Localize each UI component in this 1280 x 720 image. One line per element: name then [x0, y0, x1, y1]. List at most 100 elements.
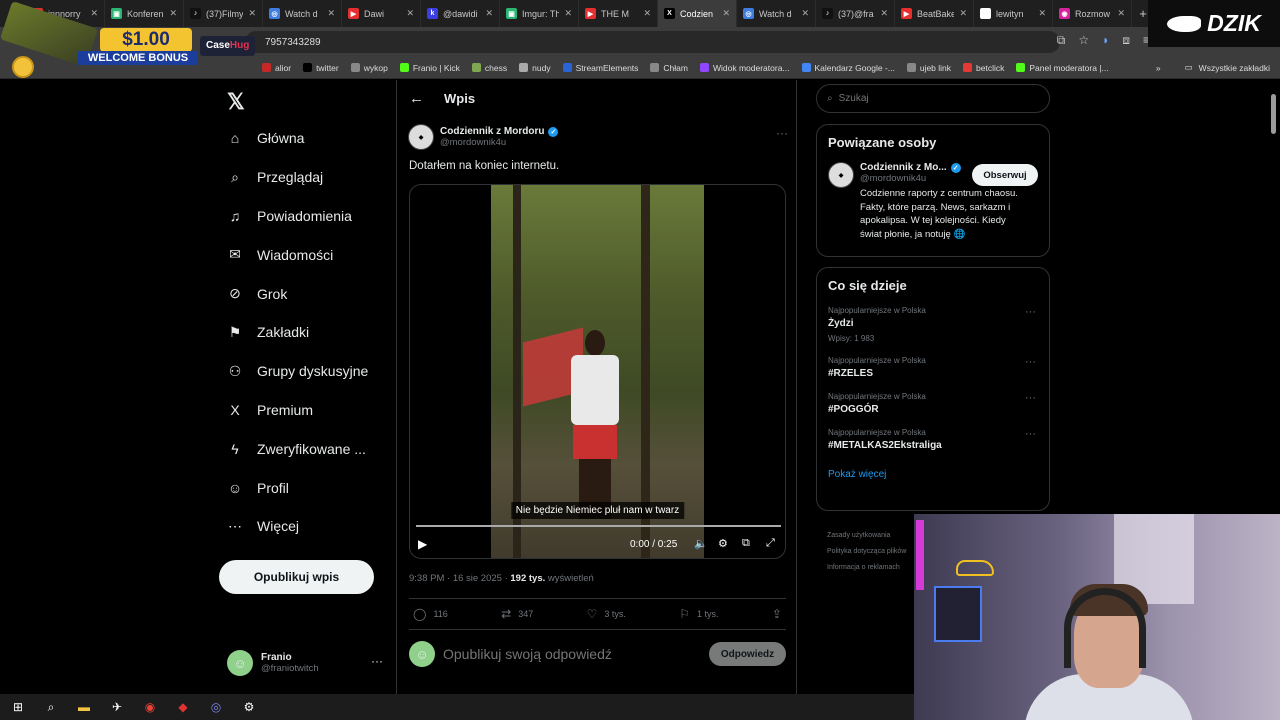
trend-more-icon[interactable]: ···	[1025, 392, 1036, 404]
browser-tab[interactable]: X Codzien ✕	[658, 0, 737, 27]
related-name[interactable]: Codziennik z Mo...	[860, 162, 947, 173]
all-bookmarks-link[interactable]: Wszystkie zakładki	[1199, 63, 1270, 73]
browser-tab[interactable]: ♪ (37)@fra ✕	[816, 0, 895, 27]
volume-icon[interactable]: 🔈	[694, 537, 708, 550]
close-icon[interactable]: ✕	[643, 8, 651, 19]
puzzle-icon[interactable]: ⧈	[1122, 33, 1130, 48]
account-switcher[interactable]: ☺ Franio @franiotwitch ···	[227, 648, 387, 678]
browser-tab[interactable]: k @dawidi ✕	[421, 0, 500, 27]
file-explorer-icon[interactable]: ▬	[76, 699, 92, 715]
settings-icon[interactable]: ⚙	[718, 537, 728, 550]
close-icon[interactable]: ✕	[1117, 8, 1125, 19]
bookmark-item[interactable]: nudy	[519, 63, 551, 73]
sidebar-item-notifications[interactable]: ♫ Powiadomienia	[219, 197, 389, 236]
post-button[interactable]: Opublikuj wpis	[219, 560, 374, 594]
related-avatar[interactable]: ◆	[828, 162, 854, 188]
close-icon[interactable]: ✕	[880, 8, 888, 19]
bookmark-item[interactable]: twitter	[303, 63, 339, 73]
reply-action[interactable]: ◯ 116	[413, 607, 448, 621]
post-timestamp[interactable]: 9:38 PM · 16 sie 2025 ·	[409, 573, 510, 584]
trend-more-icon[interactable]: ···	[1025, 428, 1036, 440]
trend-item[interactable]: Najpopularniejsze w Polska Żydzi Wpisy: 1 …	[828, 306, 1038, 343]
more-icon[interactable]: ···	[371, 654, 383, 668]
repost-action[interactable]: ⇄ 347	[501, 607, 533, 621]
sidebar-item-more[interactable]: ⋯ Więcej	[219, 507, 389, 546]
author-name[interactable]: Codziennik z Mordoru	[440, 126, 544, 137]
bookmarks-overflow-button[interactable]: »	[1156, 63, 1161, 73]
close-icon[interactable]: ✕	[406, 8, 414, 19]
x-logo-icon[interactable]: 𝕏	[227, 89, 245, 115]
browser-tab[interactable]: ▶ THE M ✕	[579, 0, 658, 27]
sidebar-item-explore[interactable]: ⌕ Przeglądaj	[219, 158, 389, 197]
bookmark-item[interactable]: betclick	[963, 63, 1004, 73]
scrollbar-thumb[interactable]	[1271, 94, 1276, 134]
close-icon[interactable]: ✕	[485, 8, 493, 19]
video-player[interactable]: Nie będzie Niemiec pluł nam w twarz ▶ 0:…	[409, 184, 786, 559]
reply-button[interactable]: Odpowiedz	[709, 642, 786, 666]
bookmark-item[interactable]: Widok moderatora...	[699, 63, 790, 73]
show-more-link[interactable]: Pokaż więcej	[828, 469, 1038, 480]
bookmark-item[interactable]: Chłam	[650, 63, 688, 73]
bookmark-item[interactable]: wykop	[350, 63, 388, 73]
post-more-icon[interactable]: ···	[776, 126, 788, 140]
bookmark-star-icon[interactable]: ☆	[1078, 33, 1089, 48]
windows-start-icon[interactable]: ⊞	[10, 699, 26, 715]
bookmark-item[interactable]: Kalendarz Google -...	[801, 63, 895, 73]
browser-tab[interactable]: ◉ Rozmow ✕	[1053, 0, 1132, 27]
close-icon[interactable]: ✕	[959, 8, 967, 19]
footer-link[interactable]: Polityka dotycząca plików	[827, 544, 917, 560]
sidebar-item-communities[interactable]: ⚇ Grupy dyskusyjne	[219, 352, 389, 391]
sidebar-item-verified-orgs[interactable]: ϟ Zweryfikowane ...	[219, 429, 389, 468]
footer-link[interactable]: Informacja o reklamach	[827, 560, 917, 576]
trend-item[interactable]: Najpopularniejsze w Polska #METALKAS2Ekst…	[828, 428, 1038, 451]
like-action[interactable]: ♡ 3 tys.	[587, 607, 626, 621]
bookmark-item[interactable]: chess	[471, 63, 507, 73]
app-icon[interactable]: ✈	[109, 699, 125, 715]
sidebar-item-premium[interactable]: X Premium	[219, 391, 389, 430]
extension-icon[interactable]: ◗	[1102, 33, 1109, 48]
streaming-app-icon[interactable]: ◆	[175, 699, 191, 715]
bookmark-action[interactable]: ⚐ 1 tys.	[679, 607, 718, 621]
search-icon[interactable]: ⌕	[43, 699, 59, 715]
pip-icon[interactable]: ⧉	[742, 537, 750, 550]
discord-icon[interactable]: ◎	[208, 699, 224, 715]
browser-tab[interactable]: ◎ Watch d ✕	[263, 0, 342, 27]
follow-button[interactable]: Obserwuj	[972, 164, 1038, 186]
browser-tab[interactable]: ▶ Dawi ✕	[342, 0, 421, 27]
trend-more-icon[interactable]: ···	[1025, 306, 1036, 318]
play-icon[interactable]: ▶	[418, 537, 427, 551]
footer-link[interactable]: Zasady użytkowania	[827, 528, 917, 544]
browser-tab[interactable]: ▣ Imgur: Th ✕	[500, 0, 579, 27]
sidebar-item-messages[interactable]: ✉ Wiadomości	[219, 235, 389, 274]
author-avatar[interactable]: ◆	[408, 124, 434, 150]
close-icon[interactable]: ✕	[564, 8, 572, 19]
related-person[interactable]: ◆ Codziennik z Mo... ✓ @mordownik4u Codz…	[828, 162, 1038, 241]
fullscreen-icon[interactable]: ⤢	[766, 537, 775, 550]
browser-tab[interactable]: Glewityn ✕	[974, 0, 1053, 27]
sidebar-item-bookmarks[interactable]: ⚑ Zakładki	[219, 313, 389, 352]
reply-input[interactable]	[443, 646, 701, 662]
close-icon[interactable]: ✕	[327, 8, 335, 19]
settings-icon[interactable]: ⚙	[241, 699, 257, 715]
back-arrow-icon[interactable]: ←	[409, 90, 424, 107]
chrome-icon[interactable]: ◉	[142, 699, 158, 715]
author-handle[interactable]: @mordownik4u	[440, 137, 558, 148]
install-app-icon[interactable]: ⧉	[1057, 33, 1066, 48]
trend-item[interactable]: Najpopularniejsze w Polska #RZELES ···	[828, 356, 1038, 379]
bookmark-item[interactable]: ujeb link	[906, 63, 951, 73]
sidebar-item-profile[interactable]: ☺ Profil	[219, 468, 389, 507]
share-action[interactable]: ⇪	[772, 607, 782, 621]
bookmark-item[interactable]: Panel moderatora |...	[1016, 63, 1109, 73]
sidebar-item-grok[interactable]: ⊘ Grok	[219, 274, 389, 313]
close-icon[interactable]: ✕	[801, 8, 809, 19]
search-box[interactable]: ⌕	[816, 84, 1050, 113]
close-icon[interactable]: ✕	[722, 8, 730, 19]
trend-more-icon[interactable]: ···	[1025, 356, 1036, 368]
sidebar-item-home[interactable]: ⌂ Główna	[219, 119, 389, 158]
search-input[interactable]	[838, 93, 1019, 104]
address-bar[interactable]: 7957343289	[245, 31, 1060, 53]
close-icon[interactable]: ✕	[1038, 8, 1046, 19]
browser-tab[interactable]: ◎ Watch d ✕	[737, 0, 816, 27]
video-progress-bar[interactable]	[416, 525, 781, 527]
browser-tab[interactable]: ▶ BeatBake ✕	[895, 0, 974, 27]
